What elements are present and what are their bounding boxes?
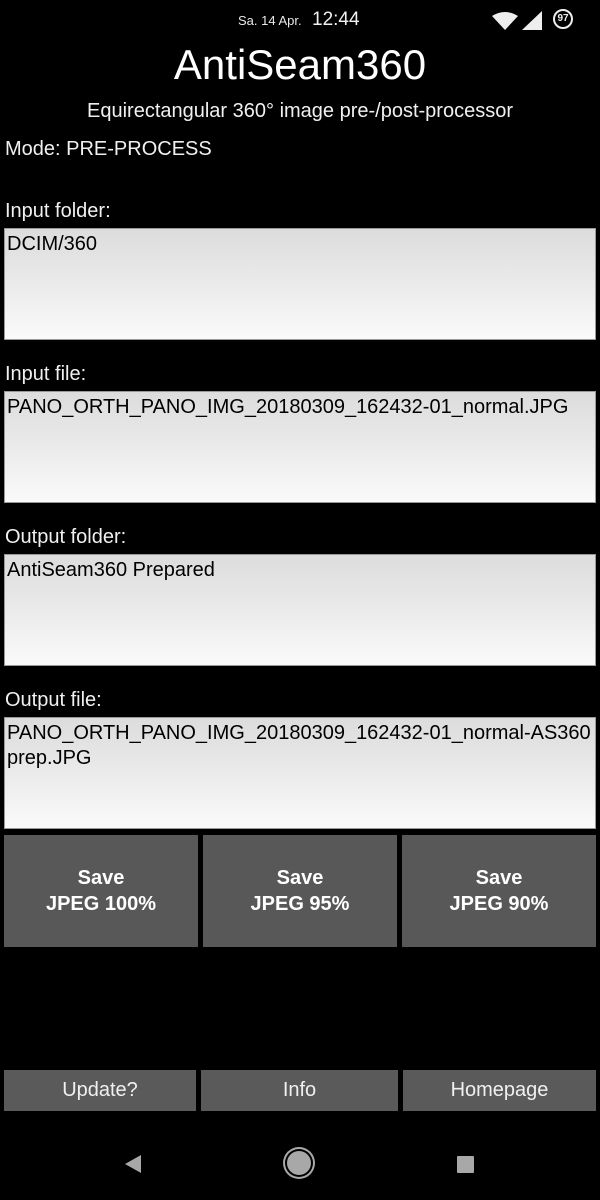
status-date: Sa. 14 Apr. bbox=[238, 13, 302, 28]
back-icon[interactable] bbox=[125, 1155, 141, 1173]
recents-icon[interactable] bbox=[457, 1156, 474, 1173]
input-file-label: Input file: bbox=[5, 363, 87, 385]
save-jpeg-90-button[interactable]: Save JPEG 90% bbox=[402, 835, 596, 947]
app-title: AntiSeam360 bbox=[173, 41, 427, 88]
save-button-line2: JPEG 90% bbox=[449, 893, 549, 915]
output-folder-field[interactable]: AntiSeam360 Prepared bbox=[4, 554, 596, 666]
home-icon[interactable] bbox=[287, 1151, 311, 1175]
save-button-line1: Save bbox=[475, 867, 523, 889]
save-jpeg-100-button[interactable]: Save JPEG 100% bbox=[4, 835, 198, 947]
save-button-line2: JPEG 95% bbox=[250, 893, 350, 915]
app-subtitle: Equirectangular 360° image pre-/post-pro… bbox=[87, 100, 513, 122]
homepage-button[interactable]: Homepage bbox=[403, 1070, 596, 1111]
save-button-line1: Save bbox=[77, 867, 125, 889]
output-file-label: Output file: bbox=[5, 689, 102, 711]
info-button[interactable]: Info bbox=[201, 1070, 398, 1111]
output-folder-label: Output folder: bbox=[5, 526, 127, 548]
input-file-field[interactable]: PANO_ORTH_PANO_IMG_20180309_162432-01_no… bbox=[4, 391, 596, 503]
save-jpeg-95-button[interactable]: Save JPEG 95% bbox=[203, 835, 397, 947]
status-bar: Sa. 14 Apr. 12:44 97 bbox=[0, 0, 600, 40]
update-button[interactable]: Update? bbox=[4, 1070, 196, 1111]
input-folder-label: Input folder: bbox=[5, 200, 111, 222]
battery-icon: 97 bbox=[553, 9, 573, 29]
wifi-icon bbox=[492, 12, 518, 30]
mode-label: Mode: PRE-PROCESS bbox=[5, 138, 212, 160]
input-folder-field[interactable]: DCIM/360 bbox=[4, 228, 596, 340]
save-button-line1: Save bbox=[276, 867, 324, 889]
status-time: 12:44 bbox=[312, 9, 360, 30]
output-file-field[interactable]: PANO_ORTH_PANO_IMG_20180309_162432-01_no… bbox=[4, 717, 596, 829]
save-button-line2: JPEG 100% bbox=[45, 893, 157, 915]
signal-icon bbox=[522, 11, 542, 30]
